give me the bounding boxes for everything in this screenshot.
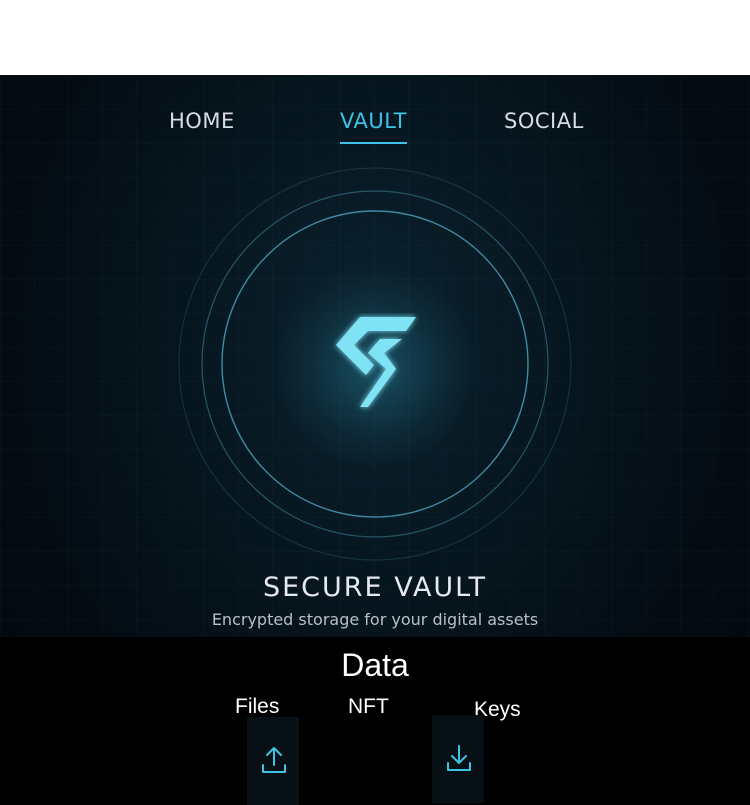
category-nft[interactable]: NFT (348, 695, 389, 719)
upload-button[interactable] (247, 717, 299, 805)
top-nav: HOME VAULT SOCIAL (0, 109, 750, 149)
top-whitespace (0, 0, 750, 75)
page-subtitle: Encrypted storage for your digital asset… (211, 610, 539, 629)
tab-home[interactable]: HOME (169, 109, 235, 133)
tab-social[interactable]: SOCIAL (504, 109, 584, 133)
category-files[interactable]: Files (235, 695, 279, 719)
data-section-title: Data (341, 647, 409, 683)
active-tab-indicator (340, 142, 407, 144)
vault-screen: HOME VAULT SOCIAL SECURE VAULT Encrypted… (0, 75, 750, 805)
tab-social-label: SOCIAL (504, 109, 584, 133)
upload-icon (262, 747, 286, 773)
tab-vault[interactable]: VAULT (340, 109, 407, 144)
download-icon (447, 745, 471, 771)
tab-vault-label: VAULT (340, 109, 407, 133)
data-section: Data Files NFT Keys (0, 637, 750, 805)
page-title: SECURE VAULT (262, 572, 487, 603)
s-shield-logo-icon (336, 317, 416, 407)
tab-home-label: HOME (169, 109, 235, 133)
download-button[interactable] (432, 715, 484, 803)
